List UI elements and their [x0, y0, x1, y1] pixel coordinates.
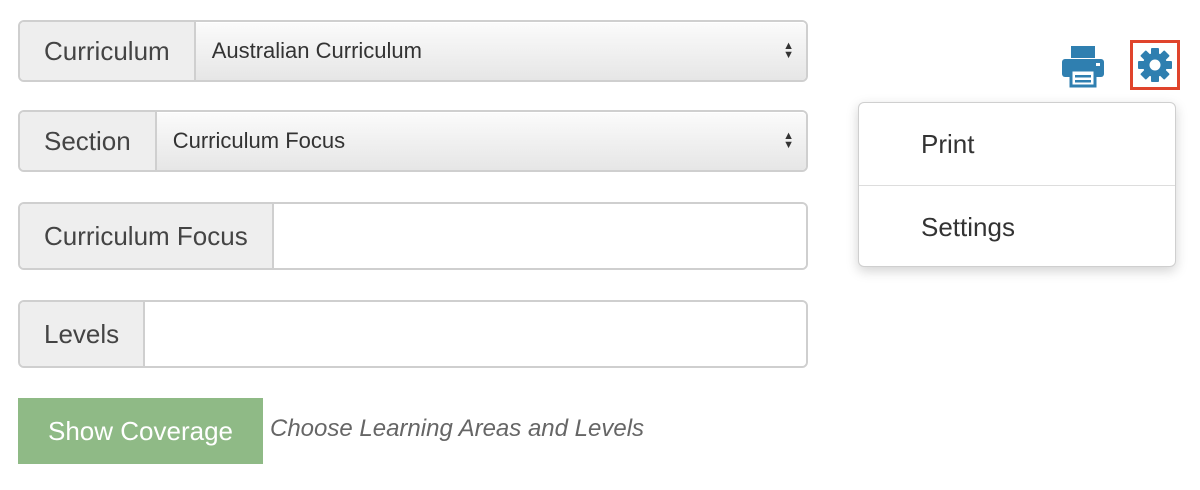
settings-gear-button[interactable]	[1130, 40, 1180, 90]
menu-item-label: Print	[921, 128, 975, 159]
section-select-value: Curriculum Focus	[172, 128, 346, 153]
printer-icon[interactable]	[1060, 44, 1106, 88]
printer-icon-svg	[1062, 46, 1104, 88]
coverage-hint: Choose Learning Areas and Levels	[270, 415, 645, 442]
curriculum-focus-field[interactable]	[273, 204, 806, 268]
select-arrows-icon: ▲ ▼	[783, 130, 794, 151]
show-coverage-button[interactable]: Show Coverage	[18, 398, 263, 464]
levels-label: Levels	[20, 302, 146, 366]
section-select[interactable]: Curriculum Focus ▲ ▼	[156, 112, 806, 170]
menu-item-print[interactable]: Print	[859, 103, 1175, 185]
levels-field[interactable]	[145, 302, 806, 366]
curriculum-select-group: Curriculum Australian Curriculum ▲ ▼	[18, 20, 808, 82]
settings-dropdown-menu: Print Settings	[858, 102, 1176, 267]
levels-group: Levels	[18, 300, 808, 368]
curriculum-focus-group: Curriculum Focus	[18, 202, 808, 270]
curriculum-focus-label: Curriculum Focus	[20, 204, 274, 268]
curriculum-select-value: Australian Curriculum	[211, 38, 422, 63]
gear-icon	[1138, 48, 1172, 82]
menu-item-settings[interactable]: Settings	[859, 185, 1175, 268]
section-select-group: Section Curriculum Focus ▲ ▼	[18, 110, 808, 172]
menu-item-label: Settings	[921, 211, 1015, 242]
curriculum-label: Curriculum	[20, 22, 196, 80]
select-arrows-icon: ▲ ▼	[783, 40, 794, 61]
curriculum-select[interactable]: Australian Curriculum ▲ ▼	[195, 22, 806, 80]
section-label: Section	[20, 112, 157, 170]
